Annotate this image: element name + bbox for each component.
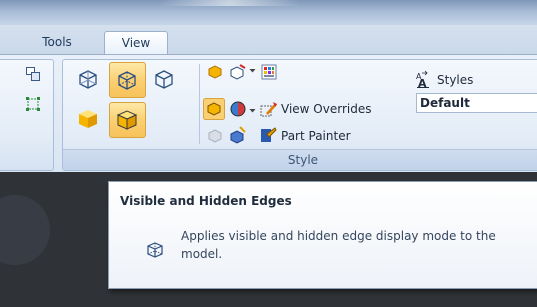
paint-cube-icon[interactable] [229, 126, 247, 147]
shaded-with-edges-button[interactable] [109, 102, 146, 138]
wireframe-button[interactable] [71, 62, 106, 96]
color-grid-icon[interactable] [261, 64, 277, 83]
fit-view-icon[interactable] [25, 96, 41, 115]
ribbon-tab-strip: Tools View [0, 25, 537, 55]
ribbon-group-left [0, 59, 54, 171]
tooltip-description: Applies visible and hidden edge display … [181, 229, 496, 261]
visible-hidden-edges-cube-icon [118, 71, 136, 90]
view-overrides-icon[interactable] [259, 100, 279, 123]
color-pick-icon[interactable] [229, 64, 247, 83]
part-painter-icon[interactable] [259, 126, 277, 147]
tab-view[interactable]: View [104, 31, 168, 55]
dropdown-arrow-icon[interactable] [249, 64, 256, 78]
gold-cube-icon[interactable] [207, 64, 223, 83]
window-arrange-icon[interactable] [25, 66, 41, 85]
dropdown-arrow-2-icon[interactable] [249, 104, 256, 118]
shaded-cube-icon [79, 110, 97, 128]
svg-text:A: A [418, 77, 427, 88]
visible-edges-cube-icon [155, 70, 173, 89]
part-painter-label[interactable]: Part Painter [281, 126, 351, 146]
wireframe-cube-icon [79, 70, 97, 89]
disabled-cube-icon [207, 128, 223, 147]
tooltip-title: Visible and Hidden Edges [120, 194, 292, 208]
tooltip: Visible and Hidden Edges Applies visible… [108, 181, 537, 289]
visible-hidden-edges-icon [145, 240, 165, 263]
ribbon-body: View Overrides Part Painter A A Styles S… [0, 54, 537, 173]
shaded-button[interactable] [71, 102, 106, 136]
title-bar-glow [160, 0, 300, 6]
view-overrides-label[interactable]: View Overrides [281, 99, 371, 119]
globe-view-icon[interactable] [229, 100, 247, 121]
shaded-small-active-icon[interactable] [203, 98, 225, 123]
style-group-label: Style [63, 149, 537, 170]
ribbon-group-style: View Overrides Part Painter A A Styles S… [62, 59, 537, 171]
styles-icon[interactable]: A A [415, 70, 435, 91]
styles-label[interactable]: Styles [437, 70, 473, 90]
group-separator [199, 64, 200, 144]
window-title-bar [0, 0, 537, 25]
visible-edges-button[interactable] [147, 62, 182, 96]
tab-tools[interactable]: Tools [22, 31, 92, 54]
visible-hidden-edges-button[interactable] [109, 62, 146, 98]
view-overrides-select[interactable]: Default [416, 93, 537, 113]
shaded-edges-cube-icon [116, 110, 138, 130]
